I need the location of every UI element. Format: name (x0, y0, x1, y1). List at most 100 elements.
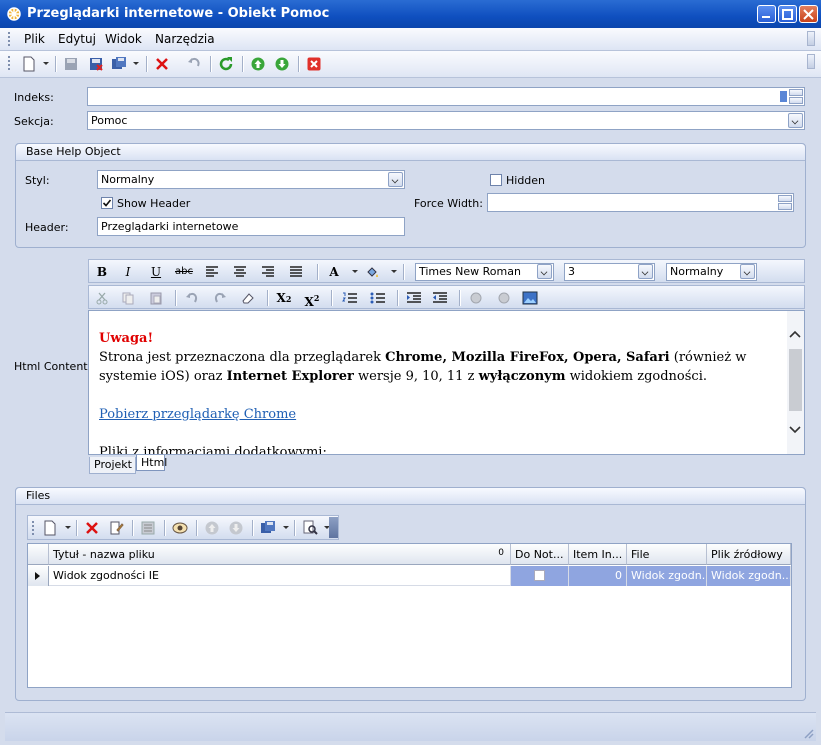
close-button[interactable] (799, 5, 818, 23)
row-indicator[interactable] (28, 566, 49, 586)
editor-undo-button[interactable] (181, 289, 203, 307)
delete-file-button[interactable] (82, 518, 102, 538)
eraser-button[interactable] (237, 289, 259, 307)
header-field[interactable]: Przeglądarki internetowe (97, 217, 405, 236)
align-right-button[interactable] (257, 263, 279, 281)
list-view-button[interactable] (138, 518, 158, 538)
add-file-dropdown-arrow[interactable] (65, 526, 71, 529)
numbered-list-button[interactable] (339, 289, 361, 307)
html-content-editor[interactable]: Uwaga! Strona jest przeznaczona dla prze… (88, 310, 805, 455)
files-info-text: Pliki z informacjami dodatkowymi: (99, 445, 327, 455)
indeks-field[interactable] (87, 87, 805, 106)
col-do-not[interactable]: Do Not... (511, 544, 569, 565)
save-button[interactable] (61, 54, 81, 74)
table-row-title[interactable]: Widok zgodności IE (49, 566, 511, 586)
editor-redo-button[interactable] (209, 289, 231, 307)
chevron-down-icon[interactable] (537, 264, 552, 279)
menu-widok[interactable]: Widok (105, 32, 142, 46)
file-up-button[interactable] (202, 518, 222, 538)
file-search-button[interactable] (300, 518, 320, 538)
col-plik-zrodlowy[interactable]: Plik źródłowy (707, 544, 791, 565)
table-row-do-not[interactable] (511, 566, 569, 586)
sekcja-select[interactable]: Pomoc (87, 111, 805, 130)
save-as-button[interactable] (109, 54, 129, 74)
close-form-button[interactable] (304, 54, 324, 74)
minimize-button[interactable] (757, 5, 776, 23)
menu-overflow-button[interactable] (807, 31, 815, 46)
files-toolbar-overflow[interactable] (329, 517, 338, 538)
file-save-dropdown-arrow[interactable] (283, 526, 289, 529)
font-color-dropdown-arrow[interactable] (352, 270, 358, 273)
align-center-button[interactable] (229, 263, 251, 281)
table-row-source[interactable]: Widok zgodn... (707, 566, 791, 586)
refresh-button[interactable] (216, 54, 236, 74)
save-close-button[interactable] (86, 54, 106, 74)
italic-button[interactable]: I (117, 263, 139, 281)
chevron-down-icon[interactable] (388, 172, 403, 187)
move-up-button[interactable] (248, 54, 268, 74)
align-left-button[interactable] (201, 263, 223, 281)
force-width-spinner[interactable] (778, 195, 792, 210)
justify-button[interactable] (285, 263, 307, 281)
hidden-checkbox[interactable] (490, 174, 502, 186)
bold-button[interactable]: B (91, 263, 113, 281)
paste-button[interactable] (145, 289, 167, 307)
save-as-dropdown-arrow[interactable] (133, 62, 139, 65)
menu-plik[interactable]: Plik (24, 32, 45, 46)
maximize-button[interactable] (778, 5, 797, 23)
table-row-file[interactable]: Widok zgodn... (627, 566, 707, 586)
font-color-button[interactable]: A (323, 263, 345, 281)
styl-select[interactable]: Normalny (97, 170, 405, 189)
remove-link-button[interactable] (493, 289, 515, 307)
copy-button[interactable] (117, 289, 139, 307)
chevron-down-icon[interactable] (740, 264, 755, 279)
outdent-button[interactable] (429, 289, 451, 307)
menu-narzedzia[interactable]: Narzędzia (155, 32, 215, 46)
highlight-dropdown-arrow[interactable] (391, 270, 397, 273)
search-icon (303, 520, 318, 535)
underline-button[interactable]: U (145, 263, 167, 281)
force-width-field[interactable] (487, 193, 794, 212)
indent-button[interactable] (403, 289, 425, 307)
chevron-down-icon[interactable] (638, 264, 653, 279)
scrollbar-thumb[interactable] (789, 349, 802, 411)
file-save-button[interactable] (258, 518, 278, 538)
bulleted-list-button[interactable] (367, 289, 389, 307)
superscript-button[interactable]: X2 (301, 289, 323, 309)
toolbar-overflow-button[interactable] (807, 54, 815, 69)
tab-projekt[interactable]: Projekt (89, 457, 136, 474)
strikethrough-button[interactable]: abc (173, 263, 195, 281)
editor-scrollbar[interactable] (787, 311, 804, 454)
new-button[interactable] (19, 54, 39, 74)
file-down-button[interactable] (226, 518, 246, 538)
insert-link-button[interactable] (465, 289, 487, 307)
indeks-spinner[interactable] (789, 89, 803, 104)
undo-button[interactable] (184, 54, 204, 74)
table-row-item-index[interactable]: 0 (569, 566, 627, 586)
col-item-index[interactable]: Item In... (569, 544, 627, 565)
subscript-button[interactable]: X2 (273, 289, 295, 307)
menu-grip[interactable] (8, 32, 10, 46)
insert-image-button[interactable] (519, 289, 541, 307)
new-dropdown-arrow[interactable] (43, 62, 49, 65)
do-not-checkbox[interactable] (534, 570, 545, 581)
move-down-button[interactable] (272, 54, 292, 74)
preview-button[interactable] (170, 518, 190, 538)
highlight-button[interactable] (361, 263, 383, 281)
cut-button[interactable] (91, 289, 113, 307)
menu-edytuj[interactable]: Edytuj (58, 32, 96, 46)
chrome-download-link[interactable]: Pobierz przeglądarkę Chrome (99, 405, 781, 424)
toolbar-grip[interactable] (8, 56, 10, 70)
col-tytul[interactable]: Tytuł - nazwa pliku 0 (49, 544, 511, 565)
chevron-down-icon[interactable] (788, 113, 803, 128)
font-name-select[interactable]: Times New Roman (415, 263, 554, 281)
show-header-checkbox[interactable] (101, 197, 113, 209)
files-toolbar-grip[interactable] (32, 521, 34, 535)
col-file[interactable]: File (627, 544, 707, 565)
add-file-button[interactable] (40, 518, 60, 538)
font-size-select[interactable]: 3 (564, 263, 655, 281)
delete-button[interactable] (152, 54, 172, 74)
paragraph-style-select[interactable]: Normalny (666, 263, 757, 281)
tab-html[interactable]: Html (136, 455, 167, 471)
edit-file-button[interactable] (106, 518, 126, 538)
